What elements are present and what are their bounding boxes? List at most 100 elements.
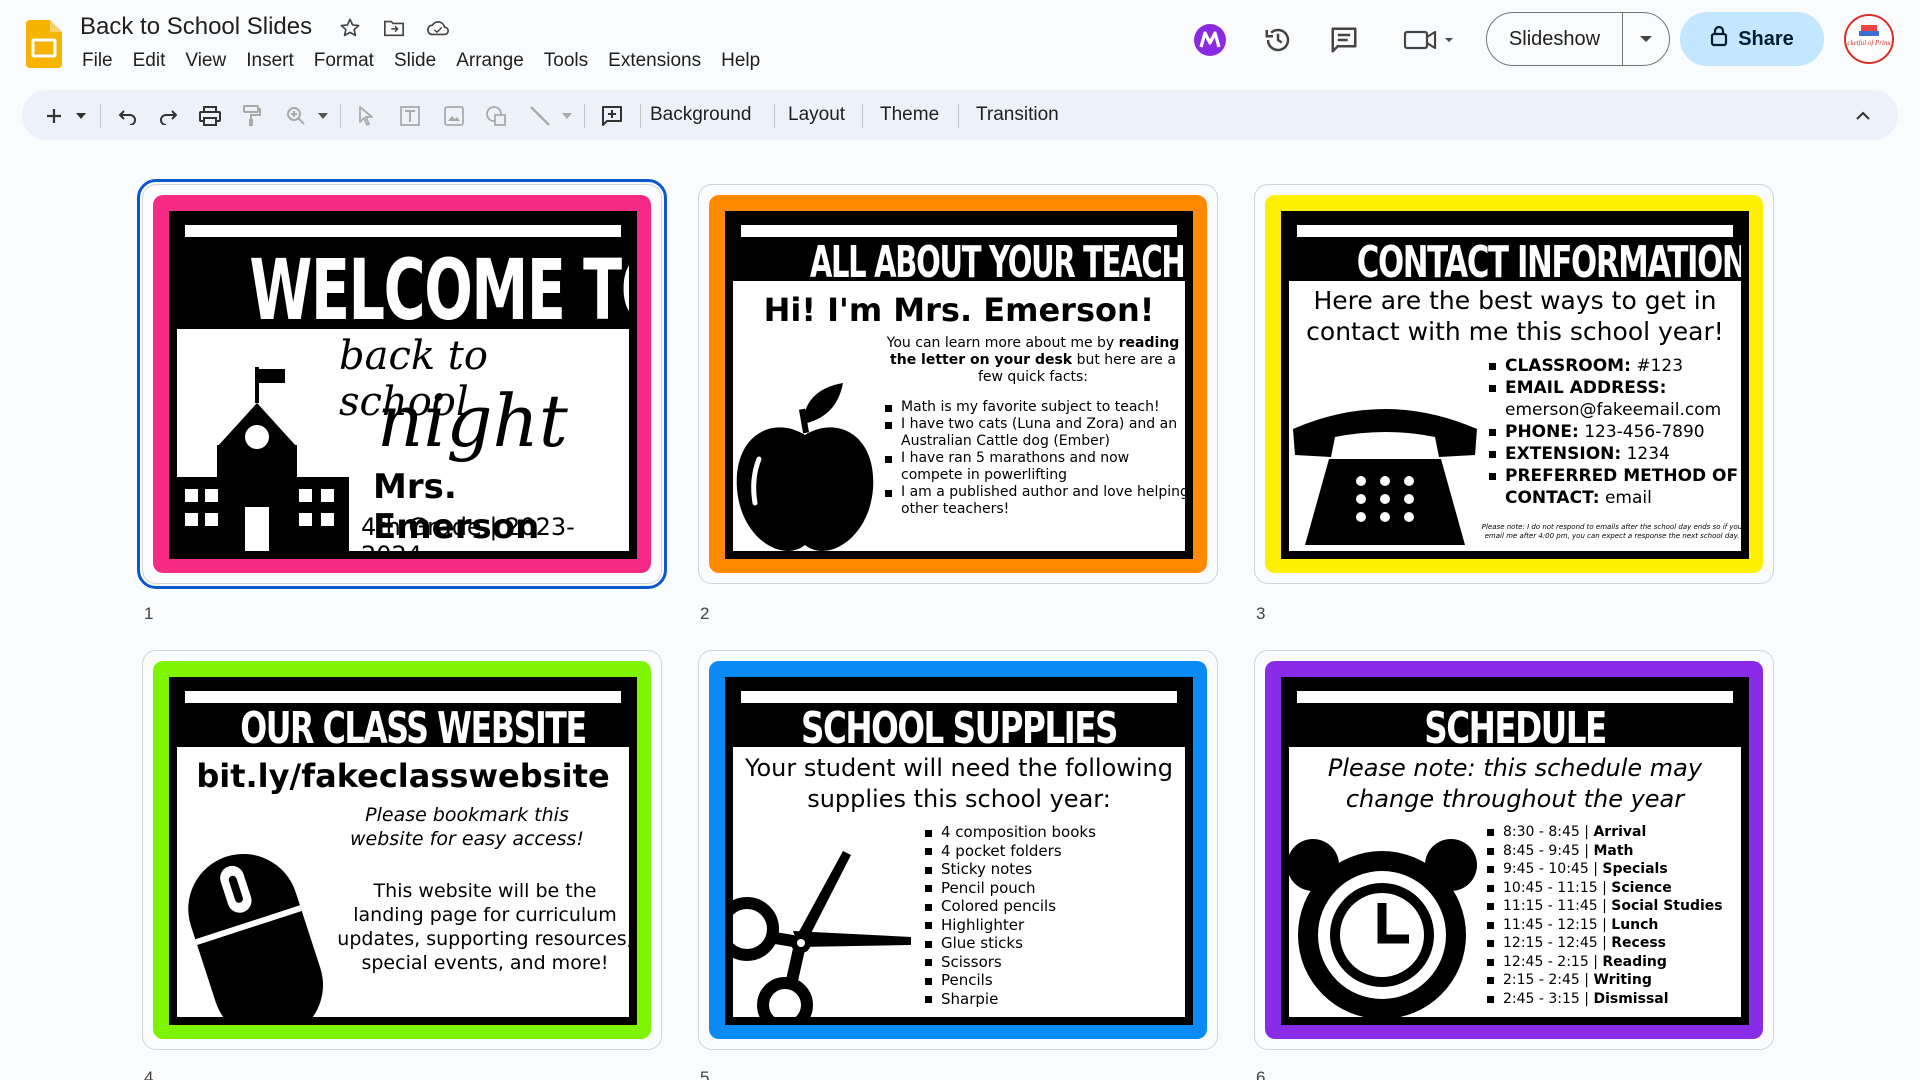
list-item: 8:30 - 8:45 | Arrival	[1485, 823, 1741, 842]
avatar[interactable]: Pocketful of Primary	[1844, 14, 1894, 64]
menu-insert[interactable]: Insert	[236, 48, 304, 74]
slideshow-options-chevron-down-icon[interactable]	[1623, 13, 1669, 65]
list-item: Highlighter	[923, 916, 1183, 935]
list-item: 8:45 - 9:45 | Math	[1485, 842, 1741, 861]
slide-number: 5	[700, 1068, 710, 1080]
list-item: I have two cats (Luna and Zora) and an A…	[883, 416, 1185, 450]
line-icon[interactable]	[522, 102, 558, 130]
undo-icon[interactable]	[110, 102, 146, 130]
new-slide-plus-icon[interactable]	[36, 102, 72, 130]
move-folder-icon[interactable]	[380, 14, 408, 42]
slide-canvas: ALL ABOUT YOUR TEACHER Hi! I'm Mrs. Emer…	[725, 211, 1193, 559]
line-chevron-down-icon[interactable]	[558, 102, 576, 130]
slide-title: SCHOOL SUPPLIES	[800, 703, 1118, 754]
share-label: Share	[1738, 27, 1794, 50]
list-item: Sticky notes	[923, 860, 1183, 879]
list-item: 10:45 - 11:15 | Science	[1485, 879, 1741, 898]
background-button[interactable]: Background	[650, 102, 751, 128]
new-slide-chevron-down-icon[interactable]	[72, 102, 90, 130]
bookmark-text: Please bookmark this website for easy ac…	[350, 804, 584, 850]
list-item: I am a published author and love helping…	[883, 484, 1185, 518]
menu-view[interactable]: View	[175, 48, 236, 74]
slide-number: 6	[1256, 1068, 1266, 1080]
select-cursor-icon[interactable]	[348, 102, 384, 130]
greeting-text: Hi! I'm Mrs. Emerson!	[763, 291, 1155, 329]
slide-thumbnail-4[interactable]: OUR CLASS WEBSITE bit.ly/fakeclasswebsit…	[142, 650, 662, 1050]
menu-tools[interactable]: Tools	[534, 48, 598, 74]
menu-format[interactable]: Format	[304, 48, 384, 74]
transition-button[interactable]: Transition	[976, 102, 1059, 128]
menu-edit[interactable]: Edit	[123, 48, 176, 74]
lock-icon	[1710, 25, 1728, 53]
shape-icon[interactable]	[478, 102, 514, 130]
list-item: PHONE: 123-456-7890	[1487, 421, 1741, 443]
add-comment-icon[interactable]	[594, 102, 630, 130]
note-text: Please note: this schedule may change th…	[1327, 754, 1703, 813]
slides-logo-icon[interactable]	[26, 20, 62, 68]
version-history-icon[interactable]	[1260, 22, 1296, 58]
list-item: Math is my favorite subject to teach!	[883, 399, 1185, 416]
slide-canvas: WELCOME TO back to school night Mrs. Eme…	[169, 211, 637, 559]
list-item: 4 pocket folders	[923, 842, 1183, 861]
schedule-list: 8:30 - 8:45 | Arrival 8:45 - 9:45 | Math…	[1485, 823, 1741, 1009]
contact-list: CLASSROOM: #123 EMAIL ADDRESS: emerson@fa…	[1487, 355, 1741, 509]
list-item: 2:15 - 2:45 | Writing	[1485, 971, 1741, 990]
slideshow-button[interactable]: Slideshow	[1486, 12, 1670, 66]
menu-help[interactable]: Help	[711, 48, 770, 74]
list-item: 4 composition books	[923, 823, 1183, 842]
collapse-toolbar-chevron-up-icon[interactable]	[1848, 102, 1878, 130]
slide-title: OUR CLASS WEBSITE	[240, 703, 587, 754]
list-item: 12:15 - 12:45 | Recess	[1485, 934, 1741, 953]
slide-thumbnail-6[interactable]: SCHEDULE Please note: this schedule may …	[1254, 650, 1774, 1050]
slide-thumbnail-2[interactable]: ALL ABOUT YOUR TEACHER Hi! I'm Mrs. Emer…	[698, 184, 1218, 584]
cloud-saved-icon[interactable]	[424, 14, 452, 42]
meet-camera-icon[interactable]	[1400, 22, 1462, 58]
supplies-list: 4 composition books 4 pocket folders Sti…	[923, 823, 1183, 1008]
scissors-icon	[733, 851, 911, 1017]
menu-extensions[interactable]: Extensions	[598, 48, 711, 74]
slide-canvas: CONTACT INFORMATION Here are the best wa…	[1281, 211, 1749, 559]
list-item: Pencil pouch	[923, 879, 1183, 898]
zoom-icon[interactable]	[278, 102, 314, 130]
toolbar: Background Layout Theme Transition	[22, 90, 1898, 140]
slide-number: 4	[144, 1068, 154, 1080]
document-title[interactable]: Back to School Slides	[80, 13, 312, 41]
layout-button[interactable]: Layout	[788, 102, 845, 128]
script-text-large: night	[377, 379, 568, 463]
menu-arrange[interactable]: Arrange	[446, 48, 534, 74]
slide-canvas: OUR CLASS WEBSITE bit.ly/fakeclasswebsit…	[169, 677, 637, 1025]
list-item: Pencils	[923, 971, 1183, 990]
slideshow-label[interactable]: Slideshow	[1487, 13, 1623, 65]
apple-icon	[736, 383, 874, 551]
list-item: I have ran 5 marathons and now compete i…	[883, 450, 1185, 484]
list-item: PREFERRED METHOD OF CONTACT: email	[1487, 465, 1741, 509]
redo-icon[interactable]	[150, 102, 186, 130]
menu-bar: File Edit View Insert Format Slide Arran…	[72, 48, 770, 74]
extension-logo-icon[interactable]	[1192, 22, 1228, 58]
comments-icon[interactable]	[1326, 22, 1362, 58]
slide-thumbnail-3[interactable]: CONTACT INFORMATION Here are the best wa…	[1254, 184, 1774, 584]
intro-text: Here are the best ways to get in contact…	[1306, 286, 1724, 346]
paint-format-icon[interactable]	[234, 102, 270, 130]
alarm-clock-icon	[1289, 839, 1477, 1017]
slide-title: WELCOME TO	[249, 241, 637, 339]
website-url[interactable]: bit.ly/fakeclasswebsite	[177, 757, 629, 795]
slide-number: 2	[700, 604, 710, 623]
star-icon[interactable]	[336, 14, 364, 42]
app-header: Back to School Slides File Edit View Ins…	[0, 0, 1920, 84]
menu-slide[interactable]: Slide	[384, 48, 446, 74]
list-item: 12:45 - 2:15 | Reading	[1485, 953, 1741, 972]
share-button[interactable]: Share	[1680, 12, 1824, 66]
zoom-chevron-down-icon[interactable]	[314, 102, 332, 130]
theme-button[interactable]: Theme	[880, 102, 939, 128]
slide-thumbnail-5[interactable]: SCHOOL SUPPLIES Your student will need t…	[698, 650, 1218, 1050]
slide-canvas: SCHEDULE Please note: this schedule may …	[1281, 677, 1749, 1025]
telephone-icon	[1293, 409, 1477, 545]
print-icon[interactable]	[192, 102, 228, 130]
list-item: 2:45 - 3:15 | Dismissal	[1485, 990, 1741, 1009]
insert-image-icon[interactable]	[436, 102, 472, 130]
slide-title: SCHEDULE	[1424, 703, 1607, 754]
text-box-icon[interactable]	[392, 102, 428, 130]
slide-thumbnail-1[interactable]: WELCOME TO back to school night Mrs. Eme…	[137, 179, 667, 589]
menu-file[interactable]: File	[72, 48, 123, 74]
